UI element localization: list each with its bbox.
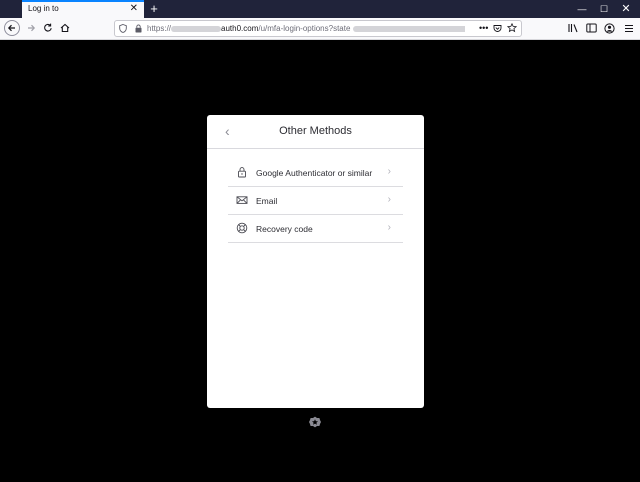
url-text[interactable]: https:// auth0.com/u/mfa-login-options?st… (147, 21, 465, 36)
chevron-right-icon: › (387, 166, 391, 177)
tracking-shield-icon[interactable] (119, 21, 127, 36)
forward-button[interactable] (23, 20, 39, 36)
envelope-icon (236, 196, 248, 204)
reload-icon (44, 23, 52, 32)
tab-title: Log in to (28, 4, 59, 13)
lock-icon (238, 167, 246, 178)
browser-tab[interactable]: Log in to ✕ (22, 0, 144, 18)
page-content: ‹ Other Methods Google Authenticator or … (0, 41, 640, 482)
method-label: Recovery code (256, 224, 313, 234)
library-icon[interactable] (565, 20, 581, 36)
home-icon (60, 23, 70, 33)
url-domain: auth0.com (221, 24, 259, 33)
reload-button[interactable] (40, 20, 56, 36)
redacted-subdomain (171, 25, 222, 32)
method-recovery-code[interactable]: Recovery code › (228, 215, 403, 243)
back-button[interactable] (4, 20, 20, 36)
auth0-logo-icon (309, 416, 321, 428)
lifebuoy-icon (236, 222, 248, 234)
window-close-button[interactable]: ✕ (616, 0, 636, 18)
url-bar[interactable]: https:// auth0.com/u/mfa-login-options?st… (114, 20, 522, 37)
method-email[interactable]: Email › (228, 187, 403, 215)
bookmark-star-icon[interactable] (506, 21, 518, 36)
padlock-icon[interactable] (135, 21, 142, 36)
browser-titlebar: Log in to ✕ + — ☐ ✕ (0, 0, 640, 18)
method-label: Google Authenticator or similar (256, 168, 373, 178)
arrow-left-icon (7, 24, 15, 32)
account-icon[interactable] (601, 20, 617, 36)
other-methods-card: ‹ Other Methods Google Authenticator or … (207, 115, 424, 408)
card-header: ‹ Other Methods (207, 115, 424, 149)
tab-close-icon[interactable]: ✕ (130, 3, 138, 15)
minimize-button[interactable]: — (572, 0, 592, 18)
browser-navbar: https:// auth0.com/u/mfa-login-options?st… (0, 18, 640, 40)
new-tab-button[interactable]: + (148, 0, 160, 18)
url-path: /u/mfa-login-options?state (258, 24, 351, 33)
sidebar-icon[interactable] (583, 20, 599, 36)
hamburger-menu-icon[interactable] (621, 20, 637, 36)
method-google-authenticator[interactable]: Google Authenticator or similar › (228, 159, 403, 187)
redacted-query (353, 25, 465, 32)
page-title: Other Methods (279, 125, 352, 137)
chevron-right-icon: › (387, 222, 391, 233)
maximize-button[interactable]: ☐ (594, 0, 614, 18)
pocket-icon[interactable] (493, 21, 502, 36)
home-button[interactable] (57, 20, 73, 36)
chevron-right-icon: › (387, 194, 391, 205)
page-actions-button[interactable]: ••• (479, 21, 488, 36)
url-scheme: https:// (147, 24, 172, 33)
arrow-right-icon (28, 24, 36, 32)
method-label: Email (256, 196, 278, 206)
